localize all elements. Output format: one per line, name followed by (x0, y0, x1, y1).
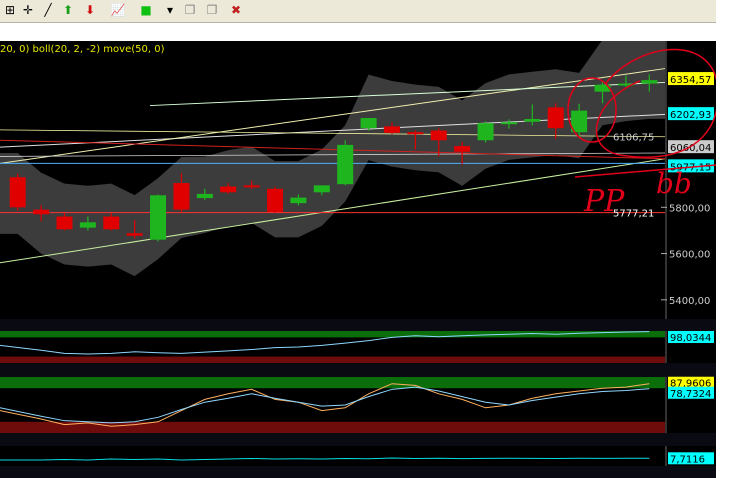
indicator-chart-icon[interactable]: 📈 (108, 1, 128, 19)
oscillator-label: 98,0344 (670, 333, 711, 344)
candle-body (267, 188, 284, 212)
price-label: 6354,57 (670, 75, 711, 86)
candle-body (290, 197, 307, 204)
candle-body (430, 130, 447, 141)
candle-body (196, 193, 213, 199)
annotation-pp: PP (583, 184, 625, 219)
arrow-down-icon[interactable]: ⬇ (80, 1, 100, 19)
panel-separator (0, 319, 716, 331)
candle-body (547, 107, 564, 129)
toolbar: ⊞ ✛ ╱ ⬆ ⬇ 📈 ■ ▾ ❐ ❐ ✖ (0, 0, 716, 23)
crosshair-icon[interactable]: ✛ (18, 1, 38, 19)
candle-body (220, 186, 237, 193)
candle-body (126, 233, 143, 236)
candle-body (9, 177, 26, 208)
candle-body (500, 122, 517, 125)
candle-body (337, 144, 354, 185)
panel-separator (0, 363, 716, 377)
candle-body (150, 195, 167, 240)
candle-body (571, 110, 588, 133)
oscillator-bg (0, 446, 665, 466)
price-label-inside: 6106,75 (613, 132, 654, 143)
paste-icon[interactable]: ❐ (202, 1, 222, 19)
chart-area[interactable]: 20, 0) boll(20, 2, -2) move(50, 0)täglic… (0, 41, 716, 478)
bollinger-band (0, 41, 665, 277)
candle-body (313, 185, 330, 193)
candle-body (79, 222, 96, 228)
candle-body (33, 209, 50, 215)
delete-icon[interactable]: ✖ (226, 1, 246, 19)
window-edge (716, 0, 736, 478)
chart-svg[interactable]: 20, 0) boll(20, 2, -2) move(50, 0)täglic… (0, 41, 716, 478)
candle-body (56, 216, 73, 230)
draw-line-icon[interactable]: ╱ (38, 1, 58, 19)
oscillator-zone (0, 377, 665, 389)
oscillator-zone (0, 421, 665, 433)
candle-body (454, 146, 471, 152)
color-picker-icon[interactable]: ■ (136, 1, 156, 19)
candle-body (103, 216, 120, 230)
indicator-header: 20, 0) boll(20, 2, -2) move(50, 0) (0, 44, 165, 55)
oscillator-zone (0, 356, 665, 363)
price-label: 6202,93 (670, 110, 711, 121)
oscillator-label: 7,7116 (670, 454, 705, 465)
copy-icon[interactable]: ❐ (180, 1, 200, 19)
oscillator-label: 78,7324 (670, 389, 711, 400)
candle-body (407, 132, 424, 135)
panel-separator (0, 466, 716, 478)
y-tick-label: 5400,00 (669, 296, 710, 307)
candles-icon[interactable]: ⊞ (0, 1, 20, 19)
candle-body (477, 123, 494, 141)
candle-body (360, 118, 377, 129)
candle-body (173, 183, 190, 210)
candle-body (243, 185, 260, 188)
top-gap (0, 23, 716, 41)
panel-separator (0, 433, 716, 446)
y-tick-label: 5800,00 (669, 203, 710, 214)
candle-body (641, 80, 658, 84)
arrow-up-icon[interactable]: ⬆ (58, 1, 78, 19)
candle-body (524, 118, 541, 122)
annotation-bb: bb (656, 167, 692, 200)
dropdown-icon[interactable]: ▾ (160, 1, 180, 19)
y-tick-label: 5600,00 (669, 250, 710, 261)
candle-body (383, 126, 400, 133)
